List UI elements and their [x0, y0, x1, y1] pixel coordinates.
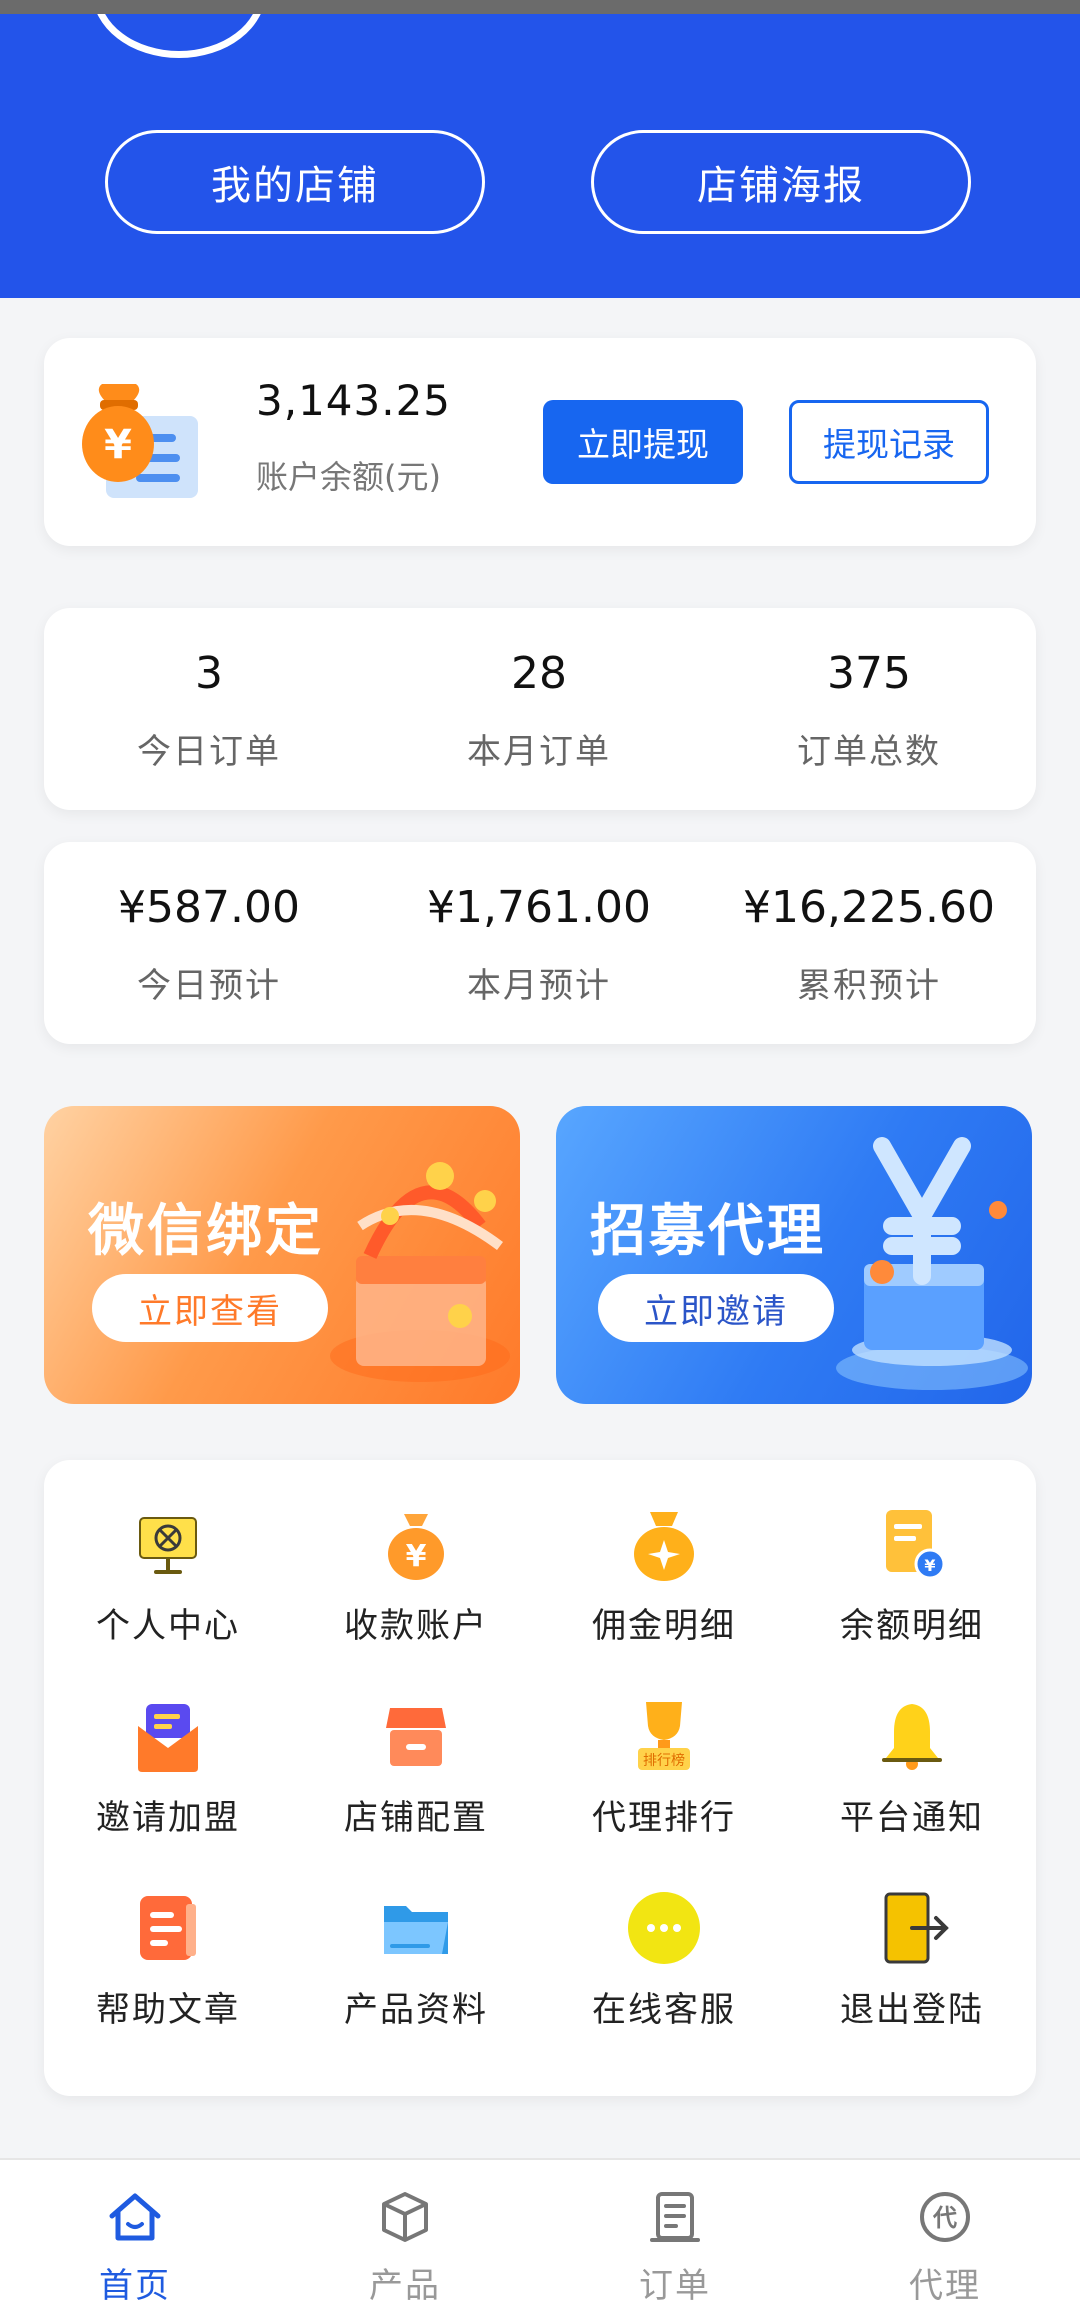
menu-label: 平台通知	[840, 1798, 984, 1838]
menu-label: 店铺配置	[344, 1798, 488, 1838]
menu-label: 产品资料	[344, 1990, 488, 2030]
menu-platform-notice[interactable]: 平台通知	[788, 1652, 1036, 1838]
svg-text:¥: ¥	[924, 1556, 935, 1575]
stat-today-orders[interactable]: 3 今日订单	[44, 608, 374, 810]
stat-value: 3	[195, 648, 223, 699]
folder-icon	[384, 1906, 448, 1954]
stat-today-estimate[interactable]: ¥587.00 今日预计	[44, 842, 374, 1044]
svg-text:代: 代	[932, 2204, 957, 2232]
menu-label: 个人中心	[96, 1606, 240, 1646]
menu-label: 收款账户	[344, 1606, 488, 1646]
menu-commission-details[interactable]: 佣金明细	[540, 1460, 788, 1646]
menu-logout[interactable]: 退出登陆	[788, 1844, 1036, 2030]
menu-label: 帮助文章	[96, 1990, 240, 2030]
menu-label: 代理排行	[592, 1798, 736, 1838]
menu-agent-ranking[interactable]: 排行榜 代理排行	[540, 1652, 788, 1838]
avatar[interactable]	[92, 14, 266, 58]
menu-online-service[interactable]: 在线客服	[540, 1844, 788, 2030]
my-store-button[interactable]: 我的店铺	[105, 130, 485, 234]
balance-amount: 3,143.25	[256, 376, 452, 425]
withdraw-now-button[interactable]: 立即提现	[543, 400, 743, 484]
invite-envelope-icon	[138, 1704, 198, 1772]
menu-label: 余额明细	[840, 1606, 984, 1646]
wechat-bind-banner[interactable]: 微信绑定 立即查看	[44, 1106, 520, 1404]
withdraw-records-button[interactable]: 提现记录	[789, 400, 989, 484]
logout-icon	[884, 1892, 949, 1964]
money-bag-icon: ¥	[388, 1514, 444, 1580]
personal-center-icon	[139, 1517, 197, 1574]
stat-label: 今日预计	[137, 966, 281, 1006]
receipt-icon	[650, 2192, 700, 2242]
stat-value: ¥16,225.60	[743, 882, 995, 933]
tab-home[interactable]: 首页	[0, 2160, 270, 2308]
svg-text:排行榜: 排行榜	[643, 1752, 685, 1769]
bottom-tab-bar: 首页 产品 订单 代 代理	[0, 2158, 1080, 2308]
stat-cumulative-estimate[interactable]: ¥16,225.60 累积预计	[704, 842, 1034, 1044]
svg-text:¥: ¥	[104, 422, 132, 468]
stat-label: 本月订单	[467, 732, 611, 772]
estimate-stats-card: ¥587.00 今日预计 ¥1,761.00 本月预计 ¥16,225.60 累…	[44, 842, 1036, 1044]
menu-label: 在线客服	[592, 1990, 736, 2030]
stat-label: 累积预计	[797, 966, 941, 1006]
store-icon	[386, 1708, 446, 1766]
wallet-icon: ¥	[82, 384, 198, 498]
menu-label: 佣金明细	[592, 1606, 736, 1646]
stat-value: ¥1,761.00	[427, 882, 651, 933]
stat-month-estimate[interactable]: ¥1,761.00 本月预计	[374, 842, 704, 1044]
svg-text:¥: ¥	[406, 1539, 427, 1574]
tab-agent[interactable]: 代 代理	[810, 2160, 1080, 2308]
recruit-agent-banner[interactable]: 招募代理 立即邀请	[556, 1106, 1032, 1404]
menu-payment-account[interactable]: ¥ 收款账户	[292, 1460, 540, 1646]
menu-product-materials[interactable]: 产品资料	[292, 1844, 540, 2030]
balance-document-icon: ¥	[886, 1510, 946, 1580]
stat-label: 今日订单	[137, 732, 281, 772]
banner-title: 微信绑定	[88, 1199, 324, 1264]
tab-label: 产品	[369, 2266, 441, 2306]
menu-help-articles[interactable]: 帮助文章	[44, 1844, 292, 2030]
stat-total-orders[interactable]: 375 订单总数	[704, 608, 1034, 810]
stat-value: 375	[827, 648, 911, 699]
header-banner: 我的店铺 店铺海报	[0, 14, 1080, 298]
article-icon	[140, 1896, 196, 1960]
gift-box-illustration	[330, 1162, 510, 1382]
tab-products[interactable]: 产品	[270, 2160, 540, 2308]
trophy-icon: 排行榜	[638, 1702, 690, 1770]
banner-title: 招募代理	[590, 1199, 826, 1264]
stat-label: 本月预计	[467, 966, 611, 1006]
menu-store-config[interactable]: 店铺配置	[292, 1652, 540, 1838]
balance-label: 账户余额(元)	[256, 458, 441, 496]
chat-bubble-icon	[628, 1892, 700, 1964]
balance-card: ¥ 3,143.25 账户余额(元) 立即提现 提现记录	[44, 338, 1036, 546]
stat-value: ¥587.00	[118, 882, 300, 933]
menu-balance-details[interactable]: ¥ 余额明细	[788, 1460, 1036, 1646]
order-stats-card: 3 今日订单 28 本月订单 375 订单总数	[44, 608, 1036, 810]
menu-label: 退出登陆	[840, 1990, 984, 2030]
function-menu-card: 个人中心 ¥ 收款账户 佣金明细 ¥ 余额明细 邀请加盟 店铺配置 排行榜 代理…	[44, 1460, 1036, 2096]
store-poster-button[interactable]: 店铺海报	[591, 130, 971, 234]
menu-personal-center[interactable]: 个人中心	[44, 1460, 292, 1646]
stat-month-orders[interactable]: 28 本月订单	[374, 608, 704, 810]
box-icon	[382, 2192, 428, 2242]
commission-bag-icon	[634, 1512, 694, 1581]
bell-icon	[882, 1704, 942, 1770]
menu-invite-join[interactable]: 邀请加盟	[44, 1652, 292, 1838]
invite-now-button[interactable]: 立即邀请	[598, 1274, 834, 1342]
yen-box-illustration	[836, 1137, 1028, 1390]
tab-orders[interactable]: 订单	[540, 2160, 810, 2308]
tab-label: 订单	[639, 2266, 711, 2306]
tab-label: 代理	[909, 2266, 981, 2306]
tab-label: 首页	[99, 2266, 171, 2306]
menu-label: 邀请加盟	[96, 1798, 240, 1838]
status-bar-strip	[0, 0, 1080, 14]
home-icon	[109, 2193, 161, 2241]
stat-value: 28	[511, 648, 567, 699]
agent-icon: 代	[920, 2192, 970, 2242]
stat-label: 订单总数	[797, 732, 941, 772]
view-now-button[interactable]: 立即查看	[92, 1274, 328, 1342]
